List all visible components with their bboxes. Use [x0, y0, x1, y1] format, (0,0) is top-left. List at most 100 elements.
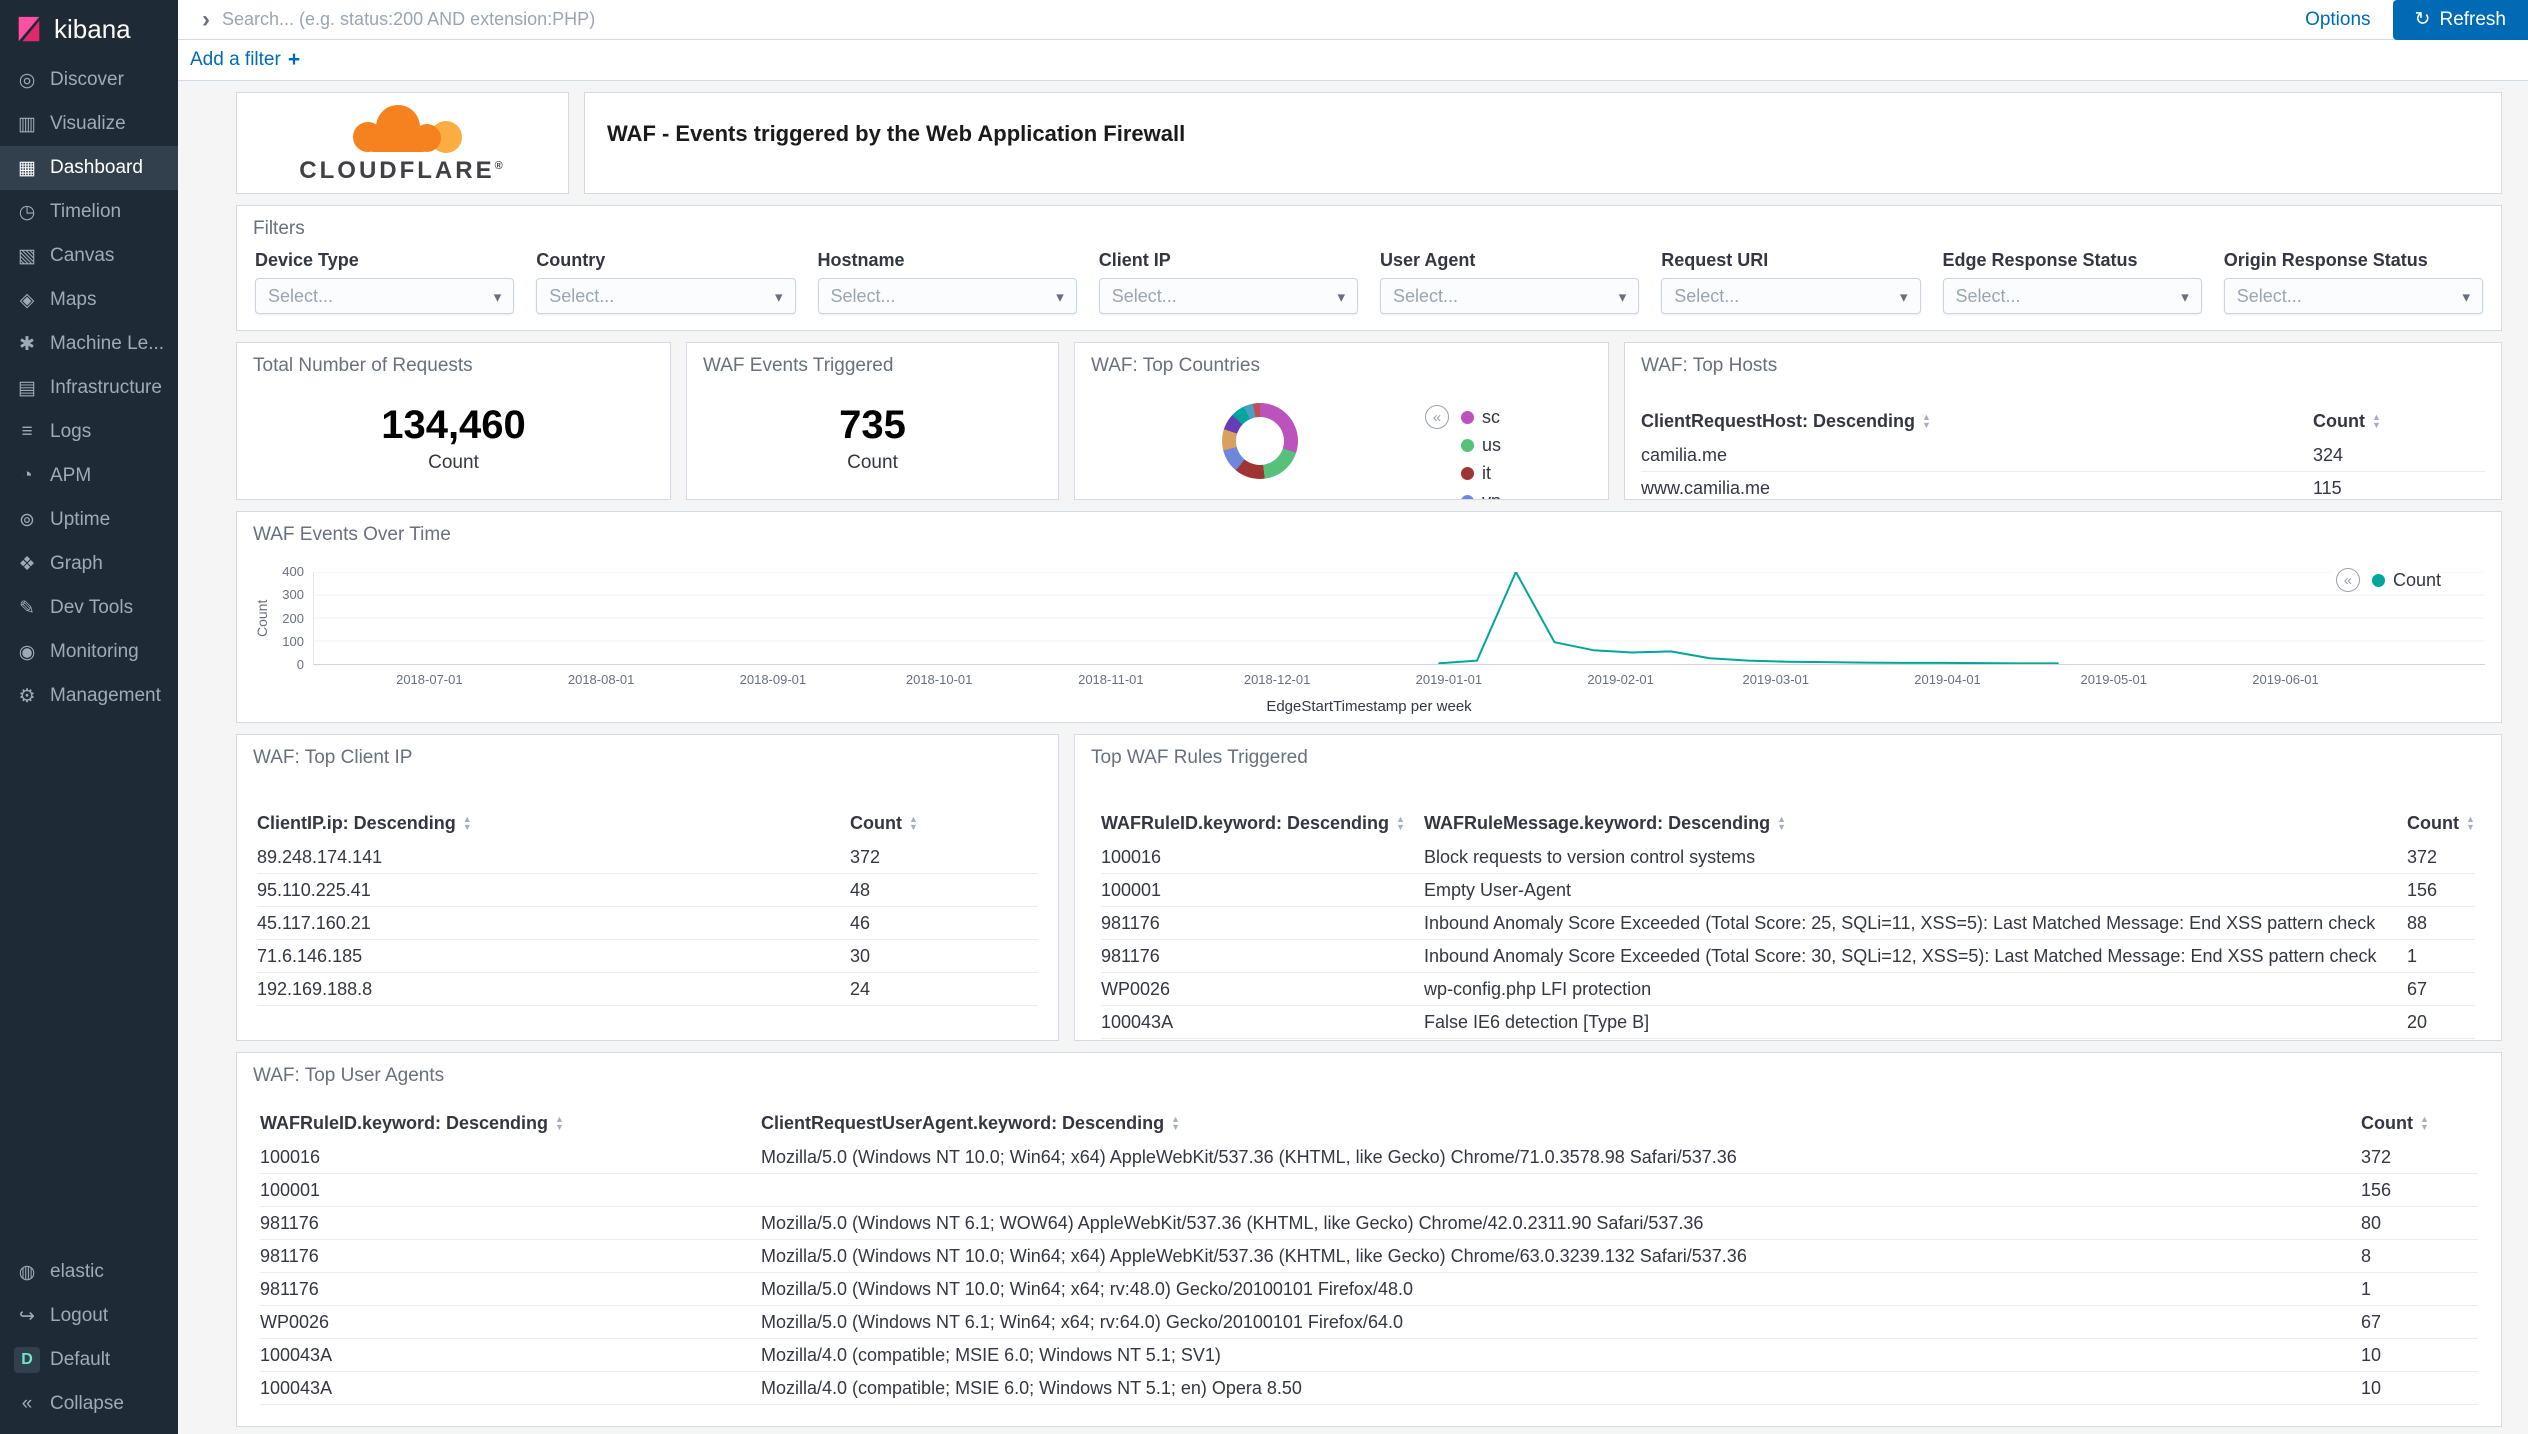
chevron-down-icon	[2181, 286, 2189, 307]
nav-item-label: Visualize	[50, 113, 126, 135]
legend-item[interactable]: us	[1461, 435, 1501, 456]
nav-item-elastic[interactable]: ◍ elastic	[0, 1250, 178, 1294]
metric-label: Count	[237, 452, 670, 474]
cell-count: 10	[2361, 1372, 2478, 1405]
cell-rule-id: 100043A	[1101, 1006, 1424, 1039]
nav-item-uptime[interactable]: ⊚ Uptime	[0, 498, 178, 542]
column-header-count[interactable]: Count	[850, 805, 1038, 841]
cell-count: 46	[850, 907, 1038, 940]
options-link[interactable]: Options	[2305, 9, 2370, 31]
column-header-count[interactable]: Count	[2313, 403, 2485, 439]
panel-title: Total Number of Requests	[237, 343, 670, 377]
collapse-icon: «	[14, 1393, 40, 1415]
legend-label: sc	[1482, 407, 1500, 428]
graph-icon: ❖	[14, 553, 40, 576]
nav-item-dev-tools[interactable]: ✎ Dev Tools	[0, 586, 178, 630]
top-hosts-panel: WAF: Top Hosts ClientRequestHost: Descen…	[1624, 342, 2502, 500]
origin-response-status-select[interactable]: Select...	[2224, 278, 2483, 314]
table-row: 100043A Mozilla/4.0 (compatible; MSIE 6.…	[260, 1339, 2478, 1372]
filter-field: User Agent Select...	[1380, 250, 1639, 314]
legend-label[interactable]: Count	[2393, 570, 2441, 591]
filter-label: User Agent	[1380, 250, 1639, 271]
chevron-down-icon	[775, 286, 783, 307]
nav-item-graph[interactable]: ❖ Graph	[0, 542, 178, 586]
column-header-host[interactable]: ClientRequestHost: Descending	[1641, 403, 2313, 439]
legend-label: it	[1482, 463, 1491, 484]
cell-rule-id: 981176	[260, 1207, 761, 1240]
cell-user-agent: Mozilla/5.0 (Windows NT 10.0; Win64; x64…	[761, 1240, 2361, 1273]
sort-icon	[1171, 1115, 1180, 1131]
cell-user-agent: Mozilla/4.0 (compatible; MSIE 6.0; Windo…	[761, 1372, 2361, 1405]
nav-item-canvas[interactable]: ▧ Canvas	[0, 234, 178, 278]
nav-item-label: APM	[50, 465, 91, 487]
hostname-select[interactable]: Select...	[818, 278, 1077, 314]
nav-item-label: Timelion	[50, 201, 121, 223]
metric-value: 735	[687, 403, 1058, 448]
select-placeholder: Select...	[1112, 286, 1177, 307]
cell-rule-message: Inbound Anomaly Score Exceeded (Total Sc…	[1424, 940, 2407, 973]
infrastructure-icon: ▤	[14, 377, 40, 400]
column-header-client-ip[interactable]: ClientIP.ip: Descending	[257, 805, 850, 841]
table-row: camilia.me 324	[1641, 439, 2485, 472]
column-header-rule-id[interactable]: WAFRuleID.keyword: Descending	[260, 1105, 761, 1141]
panel-title: WAF: Top User Agents	[237, 1053, 2501, 1087]
nav-item-maps[interactable]: ◈ Maps	[0, 278, 178, 322]
cell-rule-id: 100016	[260, 1141, 761, 1174]
panel-title: WAF Events Triggered	[687, 343, 1058, 377]
column-header-user-agent[interactable]: ClientRequestUserAgent.keyword: Descendi…	[761, 1105, 2361, 1141]
nav-item-label: Machine Le...	[50, 333, 164, 355]
nav-item-timelion[interactable]: ◷ Timelion	[0, 190, 178, 234]
cell-count: 8	[2361, 1240, 2478, 1273]
nav-item-logs[interactable]: ≡ Logs	[0, 410, 178, 454]
table-header-row: ClientIP.ip: Descending Count	[257, 805, 1038, 841]
filter-label: Device Type	[255, 250, 514, 271]
legend-item[interactable]: sc	[1461, 407, 1501, 428]
search-input[interactable]	[222, 9, 2283, 30]
top-countries-donut[interactable]	[1222, 403, 1298, 479]
column-header-count[interactable]: Count	[2361, 1105, 2478, 1141]
client-ip-select[interactable]: Select...	[1099, 278, 1358, 314]
country-select[interactable]: Select...	[536, 278, 795, 314]
nav-item-management[interactable]: ⚙ Management	[0, 674, 178, 718]
cloudflare-cloud-icon	[328, 101, 478, 155]
filter-controls: Device Type Select... Country Select...	[237, 240, 2501, 314]
nav-item-monitoring[interactable]: ◉ Monitoring	[0, 630, 178, 674]
user-agent-select[interactable]: Select...	[1380, 278, 1639, 314]
line-chart: Count 0100200300400	[253, 572, 2485, 665]
refresh-button[interactable]: ↻ Refresh	[2393, 0, 2528, 40]
legend-dot	[1461, 411, 1474, 424]
nav-item-logout[interactable]: ↪ Logout	[0, 1294, 178, 1338]
table-row: 100016 Block requests to version control…	[1101, 841, 2475, 874]
legend-collapse-icon[interactable]	[2336, 568, 2360, 592]
table-row: WP0026 Mozilla/5.0 (Windows NT 6.1; Win6…	[260, 1306, 2478, 1339]
legend-item[interactable]: it	[1461, 463, 1501, 484]
legend-collapse-icon[interactable]	[1425, 405, 1449, 429]
column-header-rule-message[interactable]: WAFRuleMessage.keyword: Descending	[1424, 805, 2407, 841]
column-header-rule-id[interactable]: WAFRuleID.keyword: Descending	[1101, 805, 1424, 841]
legend-item[interactable]: vn	[1461, 491, 1501, 500]
nav-item-collapse[interactable]: « Collapse	[0, 1382, 178, 1426]
nav-item-discover[interactable]: ◎ Discover	[0, 58, 178, 102]
table-row: 981176 Inbound Anomaly Score Exceeded (T…	[1101, 907, 2475, 940]
refresh-button-label: Refresh	[2439, 9, 2506, 31]
column-header-count[interactable]: Count	[2407, 805, 2475, 841]
table-header-row: WAFRuleID.keyword: Descending ClientRequ…	[260, 1105, 2478, 1141]
legend-dot	[1461, 467, 1474, 480]
cell-rule-id: 100043A	[260, 1372, 761, 1405]
nav-item-infrastructure[interactable]: ▤ Infrastructure	[0, 366, 178, 410]
kibana-logo[interactable]: kibana	[0, 0, 178, 58]
nav-item-dashboard[interactable]: ▦ Dashboard	[0, 146, 178, 190]
cell-client-ip: 71.6.146.185	[257, 940, 850, 973]
nav-item-default-space[interactable]: D Default	[0, 1338, 178, 1382]
add-filter-link[interactable]: Add a filter +	[190, 48, 300, 72]
nav-item-apm[interactable]: ◔ APM	[0, 454, 178, 498]
device-type-select[interactable]: Select...	[255, 278, 514, 314]
sort-icon	[1777, 815, 1786, 831]
cell-count: 67	[2407, 973, 2475, 1006]
sort-icon	[2466, 815, 2475, 831]
nav-item-visualize[interactable]: ▥ Visualize	[0, 102, 178, 146]
filter-label: Request URI	[1661, 250, 1920, 271]
request-uri-select[interactable]: Select...	[1661, 278, 1920, 314]
nav-item-machine-learning[interactable]: ✱ Machine Le...	[0, 322, 178, 366]
edge-response-status-select[interactable]: Select...	[1943, 278, 2202, 314]
